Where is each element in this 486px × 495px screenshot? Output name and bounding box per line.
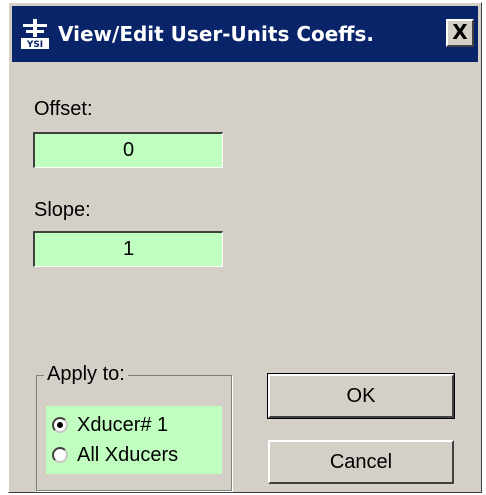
close-button[interactable]: X bbox=[446, 19, 474, 47]
radio-button-icon[interactable] bbox=[52, 447, 68, 463]
radio-label-xducer-1: Xducer# 1 bbox=[77, 413, 169, 436]
radio-label-all-xducers: All Xducers bbox=[77, 443, 179, 466]
apply-to-legend: Apply to: bbox=[44, 363, 128, 386]
slope-label: Slope: bbox=[34, 199, 91, 221]
offset-label: Offset: bbox=[34, 98, 93, 120]
slope-input[interactable] bbox=[33, 231, 223, 267]
radio-all-xducers[interactable]: All Xducers bbox=[52, 440, 178, 470]
user-units-dialog: YSI View/Edit User-Units Coeffs. X Offse… bbox=[8, 2, 482, 493]
ok-button[interactable]: OK bbox=[267, 373, 455, 419]
cancel-button[interactable]: Cancel bbox=[268, 440, 454, 484]
radio-xducer-1[interactable]: Xducer# 1 bbox=[52, 410, 168, 440]
icon-label: YSI bbox=[26, 40, 43, 50]
apply-to-groupbox: Apply to: Xducer# 1 All Xducers bbox=[36, 363, 232, 491]
ysi-app-icon: YSI bbox=[18, 17, 52, 51]
window-title: View/Edit User-Units Coeffs. bbox=[58, 22, 375, 46]
radio-button-selected-icon[interactable] bbox=[52, 417, 68, 433]
apply-to-radio-panel: Xducer# 1 All Xducers bbox=[46, 406, 222, 474]
title-bar[interactable]: YSI View/Edit User-Units Coeffs. X bbox=[12, 6, 478, 62]
radio-dot-icon bbox=[57, 422, 63, 428]
offset-input[interactable] bbox=[33, 132, 223, 168]
